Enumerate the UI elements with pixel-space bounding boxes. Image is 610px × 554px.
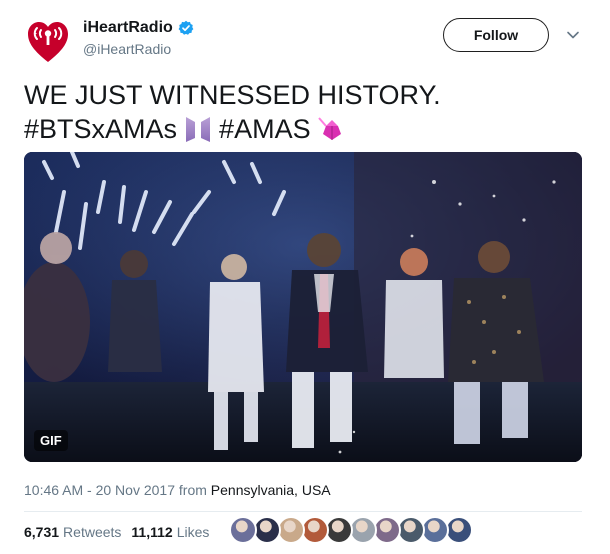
timestamp[interactable]: 10:46 AM - 20 Nov 2017: [24, 482, 175, 498]
liker-avatar[interactable]: [325, 516, 353, 544]
retweets-label: Retweets: [63, 524, 122, 540]
iheartradio-logo-avatar[interactable]: [24, 18, 72, 66]
liker-avatar[interactable]: [301, 516, 329, 544]
liker-avatar[interactable]: [277, 516, 305, 544]
location-link[interactable]: Pennsylvania, USA: [211, 482, 331, 498]
retweets-count: 6,731: [24, 524, 60, 540]
verified-badge-icon: [178, 20, 194, 35]
liker-avatar[interactable]: [445, 516, 473, 544]
liker-avatar[interactable]: [253, 516, 281, 544]
liker-avatar[interactable]: [373, 516, 401, 544]
liker-avatar[interactable]: [421, 516, 449, 544]
gif-badge: GIF: [34, 430, 68, 451]
likes-stat[interactable]: 11,112 Likes: [131, 524, 209, 540]
tweet-meta: 10:46 AM - 20 Nov 2017 from Pennsylvania…: [24, 482, 331, 498]
liker-avatar[interactable]: [397, 516, 425, 544]
chevron-down-icon[interactable]: [566, 28, 580, 42]
bts-logo-emoji-icon: [186, 117, 211, 142]
tweet-line-2: #BTSxAMAs #AMAS: [24, 112, 584, 146]
gif-media[interactable]: GIF: [24, 152, 582, 462]
display-name[interactable]: iHeartRadio: [83, 19, 173, 37]
follow-button[interactable]: Follow: [443, 18, 549, 52]
bts-performance-gif-image: [24, 152, 582, 462]
liker-avatar[interactable]: [229, 516, 257, 544]
name-row: iHeartRadio: [83, 19, 194, 37]
account-handle[interactable]: @iHeartRadio: [83, 41, 171, 57]
likes-label: Likes: [176, 524, 210, 540]
hashtag-amas[interactable]: #AMAS: [219, 112, 311, 146]
retweets-stat[interactable]: 6,731 Retweets: [24, 524, 121, 540]
liker-avatar[interactable]: [349, 516, 377, 544]
tweet-text: WE JUST WITNESSED HISTORY. #BTSxAMAs #AM…: [24, 78, 584, 146]
engagement-stats: 6,731 Retweets 11,112 Likes: [24, 524, 219, 540]
amas-crystal-emoji-icon: [317, 117, 341, 140]
from-label: from: [178, 482, 207, 498]
hashtag-btsxamas[interactable]: #BTSxAMAs: [24, 112, 177, 146]
likes-count: 11,112: [131, 524, 173, 540]
divider: [24, 511, 582, 512]
iheart-logo-icon: [28, 22, 68, 62]
liker-avatars: [229, 516, 473, 544]
tweet-line-1: WE JUST WITNESSED HISTORY.: [24, 80, 441, 110]
